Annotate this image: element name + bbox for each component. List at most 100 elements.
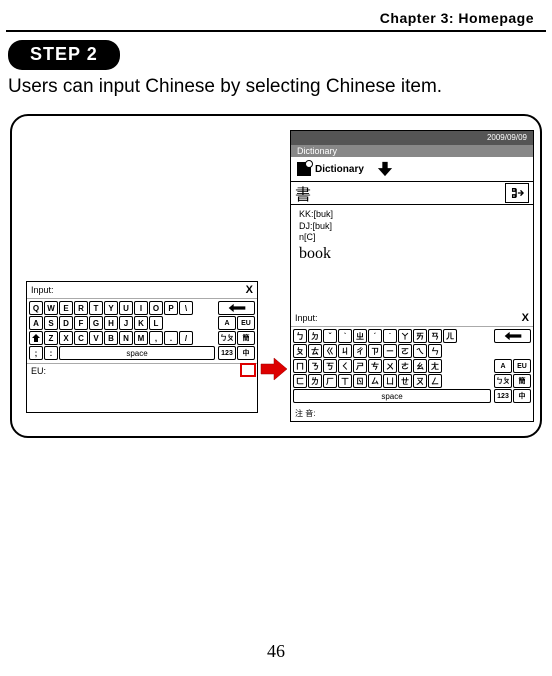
key[interactable]: ㄧ xyxy=(383,344,397,358)
key[interactable]: ㄜ xyxy=(398,359,412,373)
close-icon[interactable]: X xyxy=(246,284,253,296)
close-icon[interactable]: X xyxy=(522,312,529,324)
key[interactable]: ㄛ xyxy=(398,344,412,358)
key[interactable]: ˇ xyxy=(323,329,337,343)
key[interactable]: ㄉ xyxy=(308,329,322,343)
key[interactable]: ㄡ xyxy=(413,374,427,388)
key[interactable]: ㄩ xyxy=(383,374,397,388)
date-text: 2009/09/09 xyxy=(487,133,527,142)
key[interactable]: F xyxy=(74,316,88,330)
key[interactable]: / xyxy=(179,331,193,345)
key[interactable]: , xyxy=(149,331,163,345)
key[interactable]: ㄙ xyxy=(368,374,382,388)
key[interactable]: L xyxy=(149,316,163,330)
key[interactable]: ˙ xyxy=(383,329,397,343)
key[interactable]: ㄞ xyxy=(413,329,427,343)
key-colon[interactable]: : xyxy=(44,346,58,360)
key-mode-simplified[interactable]: 簡 xyxy=(513,374,531,388)
key[interactable]: ㄈ xyxy=(293,374,307,388)
key-semicolon[interactable]: ; xyxy=(29,346,43,360)
key[interactable]: ㄨ xyxy=(383,359,397,373)
key[interactable]: Q xyxy=(29,301,43,315)
key-mode-chinese[interactable]: 中 xyxy=(513,389,531,403)
key[interactable]: ˊ xyxy=(368,329,382,343)
key[interactable]: ㄢ xyxy=(428,329,442,343)
key[interactable]: E xyxy=(59,301,73,315)
key-mode-simplified[interactable]: 簡 xyxy=(237,331,255,345)
key[interactable]: ㄋ xyxy=(308,359,322,373)
key[interactable]: ㄒ xyxy=(338,374,352,388)
input-label: Input: xyxy=(295,313,318,323)
key[interactable]: Y xyxy=(104,301,118,315)
key[interactable]: ㄝ xyxy=(398,374,412,388)
key[interactable]: ㄤ xyxy=(428,359,442,373)
key-mode-123[interactable]: 123 xyxy=(218,346,236,360)
key-mode-eu[interactable]: EU xyxy=(237,316,255,330)
note-label: 注 音: xyxy=(291,406,533,421)
key[interactable]: A xyxy=(29,316,43,330)
key-mode-a[interactable]: A xyxy=(218,316,236,330)
key[interactable]: W xyxy=(44,301,58,315)
key[interactable]: J xyxy=(119,316,133,330)
key-mode-a[interactable]: A xyxy=(494,359,512,373)
key-mode-123[interactable]: 123 xyxy=(494,389,512,403)
key-mode-bpmf[interactable]: ㄅㄆ xyxy=(494,374,512,388)
key[interactable]: ㄍ xyxy=(323,344,337,358)
key[interactable]: ㄓ xyxy=(353,329,367,343)
key[interactable]: C xyxy=(74,331,88,345)
key[interactable]: Z xyxy=(44,331,58,345)
shift-key[interactable] xyxy=(29,331,43,345)
key[interactable]: X xyxy=(59,331,73,345)
key-mode-eu[interactable]: EU xyxy=(513,359,531,373)
key[interactable]: H xyxy=(104,316,118,330)
key[interactable]: ㄗ xyxy=(368,344,382,358)
key[interactable]: ㄌ xyxy=(308,374,322,388)
key[interactable]: D xyxy=(59,316,73,330)
key[interactable]: ㄇ xyxy=(293,359,307,373)
key[interactable]: P xyxy=(164,301,178,315)
backspace-icon[interactable] xyxy=(218,301,255,315)
key[interactable]: ㄘ xyxy=(368,359,382,373)
red-arrow-icon xyxy=(260,356,288,382)
key[interactable]: ㄠ xyxy=(413,359,427,373)
dictionary-label: Dictionary xyxy=(315,164,364,175)
key[interactable]: K xyxy=(134,316,148,330)
key[interactable]: ㄔ xyxy=(353,344,367,358)
key[interactable]: ㄖ xyxy=(353,374,367,388)
key[interactable]: ㄣ xyxy=(428,344,442,358)
search-input-row[interactable]: 書 xyxy=(291,181,533,205)
key[interactable]: G xyxy=(89,316,103,330)
key[interactable]: O xyxy=(149,301,163,315)
key[interactable]: ㄚ xyxy=(398,329,412,343)
qwerty-keyboard: QWERTYUIOP\ ASDFGHJKL ZXCVBNM,./ ; : spa… xyxy=(27,299,217,363)
key[interactable]: B xyxy=(104,331,118,345)
key[interactable]: V xyxy=(89,331,103,345)
key[interactable]: ㄥ xyxy=(428,374,442,388)
key[interactable]: S xyxy=(44,316,58,330)
key[interactable]: ㄊ xyxy=(308,344,322,358)
key[interactable]: ˋ xyxy=(338,329,352,343)
key[interactable]: . xyxy=(164,331,178,345)
key[interactable]: ㄟ xyxy=(413,344,427,358)
key-mode-bpmf[interactable]: ㄅㄆ xyxy=(218,331,236,345)
key[interactable]: ㄆ xyxy=(293,344,307,358)
key[interactable]: U xyxy=(119,301,133,315)
key[interactable]: ㄑ xyxy=(338,359,352,373)
exit-icon[interactable] xyxy=(505,183,529,203)
key-mode-chinese[interactable]: 中 xyxy=(237,346,255,360)
key[interactable]: ㄦ xyxy=(443,329,457,343)
key[interactable]: N xyxy=(119,331,133,345)
key[interactable]: T xyxy=(89,301,103,315)
key-space[interactable]: space xyxy=(59,346,215,360)
key[interactable]: ㄐ xyxy=(338,344,352,358)
key[interactable]: ㄕ xyxy=(353,359,367,373)
key-space[interactable]: space xyxy=(293,389,491,403)
key[interactable]: ㄅ xyxy=(293,329,307,343)
key[interactable]: I xyxy=(134,301,148,315)
backspace-icon[interactable] xyxy=(494,329,531,343)
key[interactable]: \ xyxy=(179,301,193,315)
key[interactable]: ㄎ xyxy=(323,359,337,373)
key[interactable]: M xyxy=(134,331,148,345)
key[interactable]: R xyxy=(74,301,88,315)
key[interactable]: ㄏ xyxy=(323,374,337,388)
